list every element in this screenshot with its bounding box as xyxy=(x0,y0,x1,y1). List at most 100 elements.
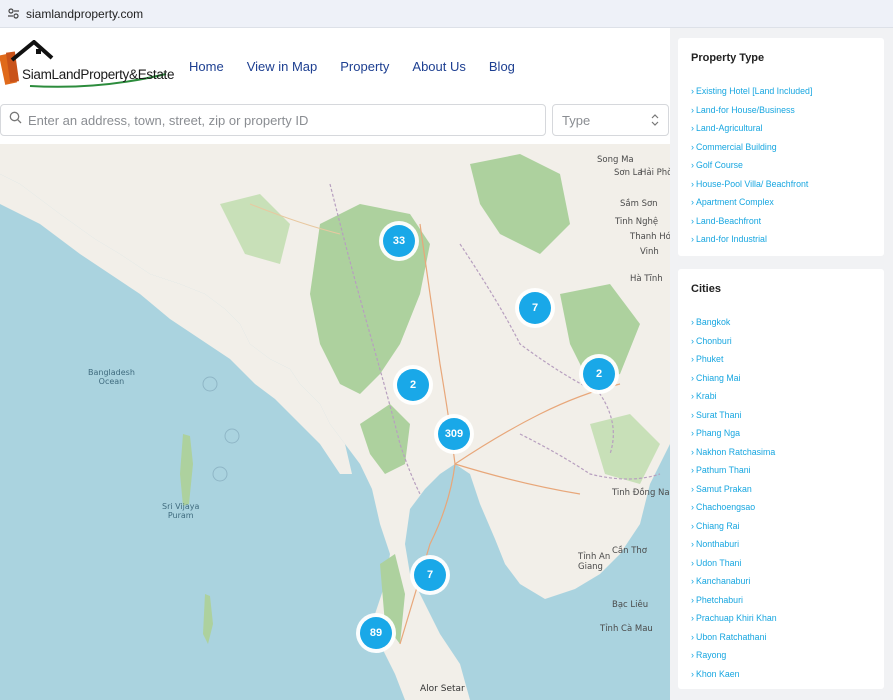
label-tinh-ca-mau: Tỉnh Cà Mau xyxy=(600,624,653,634)
map-cluster-marker[interactable]: 7 xyxy=(519,292,551,324)
city-link[interactable]: › Prachuap Khiri Khan xyxy=(691,609,871,628)
nav-view-in-map[interactable]: View in Map xyxy=(247,59,318,74)
city-link-label: Rayong xyxy=(696,650,727,660)
map-cluster-marker[interactable]: 2 xyxy=(583,358,615,390)
city-link[interactable]: › Krabi xyxy=(691,387,871,406)
label-tinh-dong-nai: Tinh Đồng Nai xyxy=(612,488,670,498)
city-link[interactable]: › Ubon Ratchathani xyxy=(691,628,871,647)
city-link[interactable]: › Chonburi xyxy=(691,332,871,351)
city-link[interactable]: › Samut Prakan xyxy=(691,480,871,499)
property-type-link[interactable]: › Land-Beachfront xyxy=(691,212,871,231)
property-type-link[interactable]: › Existing Hotel [Land Included] xyxy=(691,82,871,101)
chevron-right-icon: › xyxy=(691,160,694,170)
map-cluster-marker[interactable]: 309 xyxy=(438,418,470,450)
property-type-link[interactable]: › Land-for Industrial xyxy=(691,230,871,249)
chevron-right-icon: › xyxy=(691,354,694,364)
label-tinh-nghe: Tinh Nghệ xyxy=(615,217,659,227)
property-type-link-label: House-Pool Villa/ Beachfront xyxy=(696,178,809,189)
map-cluster-marker[interactable]: 7 xyxy=(414,559,446,591)
nav-home[interactable]: Home xyxy=(189,59,224,74)
property-type-link[interactable]: › Land-for House/Business xyxy=(691,101,871,120)
chevron-right-icon: › xyxy=(691,613,694,623)
label-ha-tinh: Hà Tĩnh xyxy=(630,274,663,284)
chevron-right-icon: › xyxy=(691,520,694,531)
address-bar[interactable]: siamlandproperty.com xyxy=(0,0,893,28)
city-link-label: Surat Thani xyxy=(696,409,742,420)
property-type-link[interactable]: › Golf Course xyxy=(691,156,871,175)
city-link[interactable]: › Pathum Thani xyxy=(691,461,871,480)
site-header: SiamLandProperty&Estate Home View in Map… xyxy=(0,28,670,104)
type-select[interactable]: Type xyxy=(552,104,669,136)
chevron-right-icon: › xyxy=(691,446,694,457)
map-cluster-marker[interactable]: 89 xyxy=(360,617,392,649)
url-text[interactable]: siamlandproperty.com xyxy=(26,7,143,21)
nav-blog[interactable]: Blog xyxy=(489,59,515,74)
property-type-link-label: Land-Agricultural xyxy=(696,123,763,133)
property-type-link[interactable]: › Land-Agricultural xyxy=(691,119,871,138)
chevron-right-icon: › xyxy=(691,465,694,475)
property-type-link[interactable]: › House-Pool Villa/ Beachfront xyxy=(691,175,871,194)
map-cluster-marker[interactable]: 33 xyxy=(383,225,415,257)
city-link[interactable]: › Rayong xyxy=(691,646,871,665)
city-link[interactable]: › Kanchanaburi xyxy=(691,572,871,591)
city-link-label: Phetchaburi xyxy=(696,594,743,605)
nav-property[interactable]: Property xyxy=(340,59,389,74)
property-type-link[interactable]: › Commercial Building xyxy=(691,138,871,157)
property-type-link[interactable]: › Apartment Complex xyxy=(691,193,871,212)
chevron-right-icon: › xyxy=(691,335,694,346)
type-select-label: Type xyxy=(562,112,591,128)
chevron-right-icon: › xyxy=(691,372,694,383)
search-box[interactable] xyxy=(0,104,546,136)
chevron-right-icon: › xyxy=(691,428,694,438)
cities-card: Cities › Bangkok › Chonburi › Phuket › Chiang M… xyxy=(678,269,884,689)
label-bac-lieu: Bạc Liêu xyxy=(612,600,649,610)
city-link-label: Phang Nga xyxy=(696,428,741,438)
label-song-ma: Song Ma xyxy=(597,155,634,165)
chevron-right-icon: › xyxy=(691,631,694,642)
city-link[interactable]: › Phang Nga xyxy=(691,424,871,443)
city-link-label: Kanchanaburi xyxy=(696,576,751,586)
map-cluster-marker[interactable]: 2 xyxy=(397,369,429,401)
city-link[interactable]: › Udon Thani xyxy=(691,554,871,573)
site-logo[interactable]: SiamLandProperty&Estate xyxy=(0,39,174,94)
city-link[interactable]: › Chachoengsao xyxy=(691,498,871,517)
city-link[interactable]: › Phetchaburi xyxy=(691,591,871,610)
city-link[interactable]: › Khon Kaen xyxy=(691,665,871,684)
property-type-link-label: Land-for House/Business xyxy=(696,104,795,115)
city-link[interactable]: › Nakhon Ratchasima xyxy=(691,443,871,462)
label-sam-son: Sầm Sơn xyxy=(620,199,658,209)
property-type-link-label: Apartment Complex xyxy=(696,197,774,207)
chevron-right-icon: › xyxy=(691,576,694,586)
site-settings-icon[interactable] xyxy=(6,7,20,21)
label-sri-vijaya-puram: Sri Vijaya Puram xyxy=(162,502,200,520)
city-link-label: Udon Thani xyxy=(696,557,742,568)
city-link[interactable]: › Surat Thani xyxy=(691,406,871,425)
chevron-right-icon: › xyxy=(691,123,694,133)
city-link[interactable]: › Bangkok xyxy=(691,313,871,332)
chevron-right-icon: › xyxy=(691,502,694,512)
city-link-label: Krabi xyxy=(696,391,717,401)
chevron-right-icon: › xyxy=(691,215,694,226)
city-link[interactable]: › Chiang Rai xyxy=(691,517,871,536)
label-vinh: Vinh xyxy=(640,247,659,257)
label-son-la: Sơn La xyxy=(614,168,643,178)
nav-about-us[interactable]: About Us xyxy=(412,59,465,74)
search-input[interactable] xyxy=(28,112,528,128)
chevron-right-icon: › xyxy=(691,650,694,660)
label-can-tho: Cần Thơ xyxy=(612,546,648,556)
chevron-right-icon: › xyxy=(691,409,694,420)
chevron-right-icon: › xyxy=(691,86,694,96)
property-map[interactable]: Bangladesh Ocean Sri Vijaya Puram Alor Set… xyxy=(0,144,670,700)
city-link-label: Phuket xyxy=(696,354,724,364)
city-link-label: Nonthaburi xyxy=(696,539,740,549)
city-link[interactable]: › Phuket xyxy=(691,350,871,369)
label-hai-phong: Hải Phò xyxy=(640,168,670,178)
city-link[interactable]: › Nonthaburi xyxy=(691,535,871,554)
property-type-link-label: Golf Course xyxy=(696,160,743,170)
city-link-label: Chonburi xyxy=(696,335,732,346)
city-link[interactable]: › Chiang Mai xyxy=(691,369,871,388)
chevron-right-icon: › xyxy=(691,668,694,679)
city-link-label: Prachuap Khiri Khan xyxy=(696,613,777,623)
city-link-label: Chiang Mai xyxy=(696,372,741,383)
chevron-right-icon: › xyxy=(691,178,694,189)
